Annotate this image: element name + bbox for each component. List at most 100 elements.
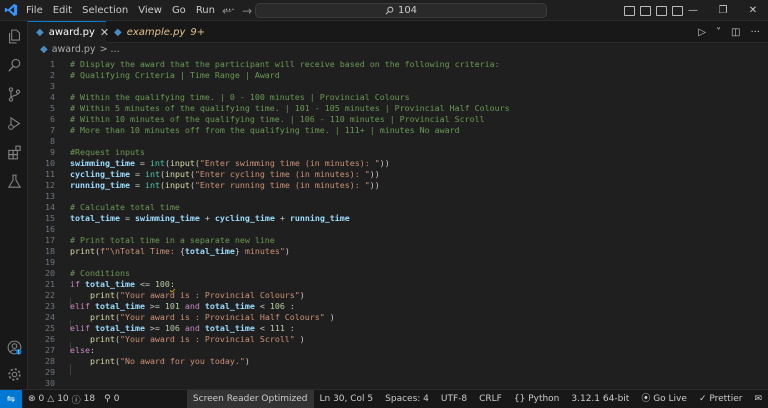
code-line[interactable]: 9 #Request inputs bbox=[28, 147, 760, 158]
toggle-primary-sidebar-icon[interactable] bbox=[624, 5, 635, 16]
source-control-icon[interactable] bbox=[0, 83, 28, 105]
account-icon[interactable]: 1 bbox=[0, 336, 28, 358]
code-line[interactable]: 28 print("No award for you today.") bbox=[28, 356, 760, 367]
screen-reader-mode[interactable]: Screen Reader Optimized bbox=[186, 390, 314, 408]
code-line[interactable]: 30 bbox=[28, 378, 760, 389]
code-token: "Enter running time (in minutes): " bbox=[194, 180, 370, 190]
code-token: <= bbox=[134, 279, 155, 289]
command-center-search[interactable]: 104 bbox=[255, 3, 547, 18]
code-line[interactable]: 17 # Print total time in a separate new l… bbox=[28, 235, 760, 246]
code-line[interactable]: 11 cycling_time = int(input("Enter cyclin… bbox=[28, 169, 760, 180]
code-token: = bbox=[119, 213, 135, 223]
toggle-panel-icon[interactable] bbox=[640, 5, 651, 16]
code-line[interactable]: 3 bbox=[28, 81, 760, 92]
code-line[interactable]: 7 # More than 10 minutes off from the qua… bbox=[28, 125, 760, 136]
code-token: : bbox=[284, 323, 295, 333]
explorer-icon[interactable] bbox=[0, 25, 28, 47]
split-editor-icon[interactable]: ◫ bbox=[731, 27, 740, 38]
code-token: >= bbox=[144, 323, 165, 333]
code-token: swimming_time bbox=[70, 158, 135, 168]
python-interpreter[interactable]: 3.12.1 64-bit bbox=[565, 390, 635, 408]
line-number: 3 bbox=[50, 81, 55, 91]
code-line[interactable]: 14 # Calculate total time bbox=[28, 202, 760, 213]
code-line[interactable]: 23 elif total_time >= 101 and total_time … bbox=[28, 301, 760, 312]
code-line[interactable]: 24 print("Your award is : Provincial Hal… bbox=[28, 312, 760, 323]
line-source: # Qualifying Criteria | Time Range | Awa… bbox=[70, 70, 280, 81]
code-line[interactable]: 22 print("Your award is : Provincial Col… bbox=[28, 290, 760, 301]
code-line[interactable]: 18 print(f"\nTotal Time: {total_time} min… bbox=[28, 246, 760, 257]
code-line[interactable]: 10 swimming_time = int(input("Enter swimm… bbox=[28, 158, 760, 169]
menu-view[interactable]: View bbox=[133, 0, 167, 21]
line-source: # Print total time in a separate new lin… bbox=[70, 235, 275, 246]
testing-icon[interactable] bbox=[0, 170, 28, 192]
code-line[interactable]: 27 else: bbox=[28, 345, 760, 356]
code-token: )) bbox=[379, 158, 390, 168]
error-count: 0 bbox=[38, 394, 45, 404]
code-token: = bbox=[129, 169, 145, 179]
language-mode[interactable]: {} Python bbox=[508, 390, 566, 408]
restore-icon[interactable]: ❐ bbox=[708, 0, 738, 21]
line-source: # Conditions bbox=[70, 268, 130, 279]
end-of-line[interactable]: CRLF bbox=[473, 390, 508, 408]
notifications-bell-icon[interactable]: ✉ bbox=[748, 390, 768, 408]
info-count: 18 bbox=[83, 394, 96, 404]
code-line[interactable]: 13 bbox=[28, 191, 760, 202]
encoding[interactable]: UTF-8 bbox=[435, 390, 473, 408]
code-line[interactable]: 21 if total_time <= 100: bbox=[28, 279, 760, 290]
menu-edit[interactable]: Edit bbox=[48, 0, 77, 21]
minimize-icon[interactable]: — bbox=[678, 0, 708, 21]
code-line[interactable]: 5 # Within 5 minutes of the qualifying ti… bbox=[28, 103, 760, 114]
code-line[interactable]: 26 print("Your award is : Provincial Scr… bbox=[28, 334, 760, 345]
toggle-secondary-sidebar-icon[interactable] bbox=[656, 5, 667, 16]
code-line[interactable]: 4 # Within the qualifying time. | 0 - 100… bbox=[28, 92, 760, 103]
indentation[interactable]: Spaces: 4 bbox=[379, 390, 435, 408]
close-window-icon[interactable]: ✕ bbox=[738, 0, 768, 21]
problems-summary[interactable]: ⊗ 0 △ 10 ⓘ 18 ⚲ 0 bbox=[22, 393, 119, 406]
menu-run[interactable]: Run bbox=[191, 0, 220, 21]
run-debug-icon[interactable] bbox=[0, 112, 28, 134]
code-line[interactable]: 6 # Within 10 minutes of the qualifying t… bbox=[28, 114, 760, 125]
code-token: elif bbox=[70, 323, 90, 333]
extensions-icon[interactable] bbox=[0, 141, 28, 163]
prettier-status[interactable]: ✓ Prettier bbox=[693, 390, 749, 408]
code-line[interactable]: 15 total_time = swimming_time + cycling_t… bbox=[28, 213, 760, 224]
back-arrow-icon[interactable]: ← bbox=[222, 4, 232, 18]
code-token: f"\nTotal Time: bbox=[99, 246, 180, 256]
settings-gear-icon[interactable] bbox=[0, 363, 28, 385]
code-line[interactable]: 19 bbox=[28, 257, 760, 268]
forward-arrow-icon[interactable]: → bbox=[242, 4, 252, 18]
braces-icon: {} bbox=[513, 394, 529, 404]
run-python-file-icon[interactable]: ▷ bbox=[698, 27, 706, 38]
remote-indicator-icon[interactable]: ⇋ bbox=[0, 389, 22, 408]
line-source: print("Your award is : Provincial Scroll… bbox=[70, 334, 305, 345]
error-icon: ⊗ bbox=[28, 394, 36, 404]
check-icon: ✓ bbox=[698, 394, 710, 404]
search-icon[interactable] bbox=[0, 54, 28, 76]
run-options-chevron-icon[interactable]: ˅ bbox=[716, 27, 721, 38]
menu-selection[interactable]: Selection bbox=[77, 0, 133, 21]
more-actions-icon[interactable]: ··· bbox=[750, 27, 760, 38]
code-line[interactable]: 20 # Conditions bbox=[28, 268, 760, 279]
code-editor[interactable]: 1 # Display the award that the participan… bbox=[28, 56, 760, 389]
code-line[interactable]: 25 elif total_time >= 106 and total_time … bbox=[28, 323, 760, 334]
go-live-button[interactable]: ⦿ Go Live bbox=[635, 390, 693, 408]
activity-bar: 1 bbox=[0, 21, 28, 389]
code-line[interactable]: 29 bbox=[28, 367, 760, 378]
code-token: = bbox=[134, 158, 150, 168]
broadcast-icon: ⦿ bbox=[641, 394, 654, 404]
tab-award-py[interactable]: ◆ award.py ✕ bbox=[28, 21, 109, 43]
breadcrumb-rest[interactable]: > ... bbox=[100, 44, 120, 55]
menu-go[interactable]: Go bbox=[167, 0, 191, 21]
code-line[interactable]: 16 bbox=[28, 224, 760, 235]
tab-example-py[interactable]: ◆ example.py 9+ bbox=[106, 21, 206, 43]
cursor-position[interactable]: Ln 30, Col 5 bbox=[314, 390, 380, 408]
code-line[interactable]: 8 bbox=[28, 136, 760, 147]
code-line[interactable]: 1 # Display the award that the participan… bbox=[28, 59, 760, 70]
code-line[interactable]: 2 # Qualifying Criteria | Time Range | Aw… bbox=[28, 70, 760, 81]
menu-file[interactable]: File bbox=[21, 0, 48, 21]
code-token: running_time bbox=[289, 213, 350, 223]
line-source: print(f"\nTotal Time: {total_time} minut… bbox=[70, 246, 290, 257]
breadcrumb-file[interactable]: award.py bbox=[52, 44, 96, 55]
code-line[interactable]: 12 running_time = int(input("Enter runnin… bbox=[28, 180, 760, 191]
